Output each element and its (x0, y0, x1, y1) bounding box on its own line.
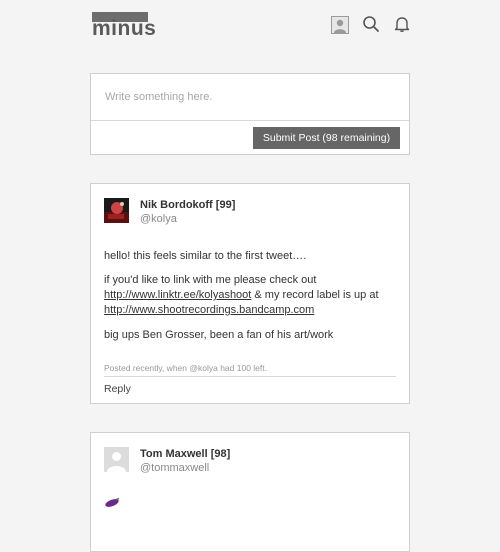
submit-post-button[interactable]: Submit Post (98 remaining) (253, 127, 400, 149)
author-handle[interactable]: @tommaxwell (140, 462, 209, 474)
author-handle[interactable]: @kolya (140, 213, 177, 225)
user-avatar-icon[interactable] (331, 16, 349, 34)
author-name[interactable]: Tom Maxwell [98] (140, 448, 230, 460)
post-text-fragment: & my record label is up at (251, 289, 379, 301)
eggplant-icon (103, 495, 121, 507)
site-header: minus (0, 0, 500, 60)
bell-icon[interactable] (393, 15, 411, 33)
post-text-line: big ups Ben Grosser, been a fan of his a… (104, 329, 334, 341)
linktree-link[interactable]: http://www.linktr.ee/kolyashoot (104, 289, 251, 301)
post-card: Nik Bordokoff [99] @kolya hello! this fe… (90, 183, 410, 404)
compose-box: Write something here. Submit Post (98 re… (90, 73, 410, 155)
post-text-line: http://www.linktr.ee/kolyashoot & my rec… (104, 289, 379, 301)
post-text-line: hello! this feels similar to the first t… (104, 250, 307, 262)
post-meta: Posted recently, when @kolya had 100 lef… (104, 363, 267, 373)
search-icon[interactable] (362, 15, 380, 33)
site-logo[interactable]: minus (92, 12, 156, 40)
author-name[interactable]: Nik Bordokoff [99] (140, 199, 235, 211)
post-text-line: http://www.shootrecordings.bandcamp.com (104, 304, 314, 316)
post-text-line: if you'd like to link with me please che… (104, 274, 317, 286)
avatar[interactable] (104, 198, 129, 223)
post-divider (104, 376, 396, 377)
logo-text: minus (92, 17, 157, 40)
post-input[interactable]: Write something here. (105, 91, 212, 103)
avatar[interactable] (104, 447, 129, 472)
post-card: Tom Maxwell [98] @tommaxwell (90, 432, 410, 552)
compose-divider (91, 120, 409, 121)
bandcamp-link[interactable]: http://www.shootrecordings.bandcamp.com (104, 304, 314, 316)
reply-button[interactable]: Reply (104, 383, 131, 395)
